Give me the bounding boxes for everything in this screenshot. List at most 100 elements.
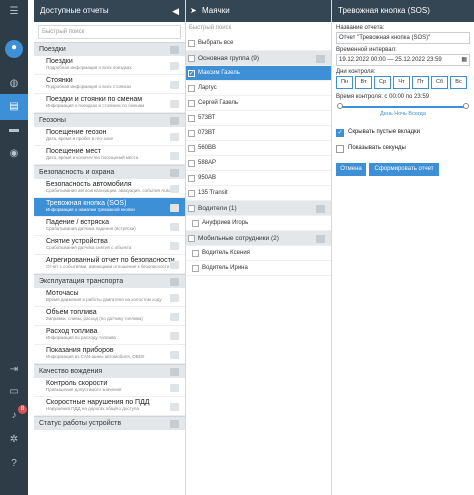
object-checkbox[interactable] xyxy=(188,175,195,182)
report-item-checkbox[interactable] xyxy=(170,261,179,269)
day-toggle[interactable]: Пт xyxy=(412,76,429,89)
report-item[interactable]: Поездки Подробная информация о всех поезд… xyxy=(34,56,185,75)
report-item[interactable]: Контроль скорости Превышение допустимого … xyxy=(34,378,185,397)
report-item-checkbox[interactable] xyxy=(170,384,179,392)
report-item-checkbox[interactable] xyxy=(170,133,179,141)
report-item[interactable]: Объем топлива Заправки, сливы, расход (по… xyxy=(34,307,185,326)
object-row[interactable]: 135 Transit xyxy=(186,186,331,201)
report-item-checkbox[interactable] xyxy=(170,332,179,340)
report-item[interactable]: Расход топлива Информация по расходу топл… xyxy=(34,326,185,345)
day-toggle[interactable]: Сб xyxy=(431,76,448,89)
report-section-header[interactable]: Эксплуатация транспорта xyxy=(34,274,185,288)
logout-icon[interactable]: ⇥ xyxy=(6,362,22,378)
object-row[interactable]: Водитель Ксения xyxy=(186,246,331,261)
report-section-header[interactable]: Геозоны xyxy=(34,113,185,127)
report-item[interactable]: Падение / встряска Срабатывания датчика п… xyxy=(34,217,185,236)
report-item[interactable]: Агрегированный отчет по безопасности Отче… xyxy=(34,255,185,274)
object-group-row[interactable]: Водители (1) xyxy=(186,201,331,216)
report-item[interactable]: Снятие устройства Срабатывания датчика сн… xyxy=(34,236,185,255)
report-section-header[interactable]: Статус работы устройств xyxy=(34,416,185,430)
section-checkbox[interactable] xyxy=(170,169,179,177)
object-row[interactable]: ✓ Максим Газель xyxy=(186,66,331,81)
group-checkbox[interactable] xyxy=(188,235,195,242)
hide-empty-option[interactable]: ✓ Скрывать пустые вкладки xyxy=(336,129,470,139)
report-item-checkbox[interactable] xyxy=(170,223,179,231)
interval-input[interactable]: 19.12.2022 00:00 — 25.12.2022 23:59 ▦ xyxy=(336,54,470,66)
report-item[interactable]: Скоростные нарушения по ПДД Нарушения ПДД… xyxy=(34,397,185,416)
select-all-checkbox[interactable] xyxy=(188,40,195,47)
object-row[interactable]: Сергей Газель xyxy=(186,96,331,111)
object-group-row[interactable]: Мобильные сотрудники (2) xyxy=(186,231,331,246)
menu-icon[interactable]: ☰ xyxy=(6,4,22,20)
object-group-row[interactable]: Основная группа (9) xyxy=(186,51,331,66)
object-checkbox[interactable] xyxy=(188,130,195,137)
report-item[interactable]: Моточасы Время движения и работы двигател… xyxy=(34,288,185,307)
section-checkbox[interactable] xyxy=(170,117,179,125)
section-checkbox[interactable] xyxy=(170,368,179,376)
day-toggle[interactable]: Пн xyxy=(336,76,353,89)
day-toggle[interactable]: Вт xyxy=(355,76,372,89)
time-range-slider[interactable] xyxy=(337,103,469,109)
generate-report-button[interactable]: Сформировать отчет xyxy=(369,163,439,176)
object-checkbox[interactable] xyxy=(188,190,195,197)
object-checkbox[interactable] xyxy=(188,100,195,107)
report-item[interactable]: Посещение мест Дата, время и количество п… xyxy=(34,146,185,165)
object-row[interactable]: 073ВТ xyxy=(186,126,331,141)
help-icon[interactable]: ? xyxy=(6,456,22,472)
report-item[interactable]: Безопасность автомобиля Срабатывания авто… xyxy=(34,179,185,198)
collapse-arrow-icon[interactable]: ◀ xyxy=(172,0,179,22)
group-checkbox[interactable] xyxy=(188,55,195,62)
report-item[interactable]: Поездки и стоянки по сменам Информация о … xyxy=(34,94,185,113)
object-row[interactable]: Ануфриев Игорь xyxy=(186,216,331,231)
group-toggle[interactable] xyxy=(316,205,325,213)
map-pin-icon[interactable]: ◉ xyxy=(6,146,22,162)
object-row[interactable]: 573ВТ xyxy=(186,111,331,126)
report-item-checkbox[interactable] xyxy=(170,81,179,89)
object-checkbox[interactable] xyxy=(188,115,195,122)
show-seconds-option[interactable]: Показывать секунды xyxy=(336,145,470,155)
report-section-header[interactable]: Качество вождения xyxy=(34,364,185,378)
object-row[interactable]: 588АР xyxy=(186,156,331,171)
slider-start-handle[interactable] xyxy=(337,103,343,109)
object-row[interactable]: Водитель Ирина xyxy=(186,261,331,276)
object-checkbox[interactable] xyxy=(188,85,195,92)
object-row[interactable]: 950АВ xyxy=(186,171,331,186)
report-item[interactable]: Тревожная кнопка (SOS) Информация о нажат… xyxy=(34,198,185,217)
settings-icon[interactable]: ✲ xyxy=(6,432,22,448)
report-item-checkbox[interactable] xyxy=(170,313,179,321)
show-seconds-checkbox[interactable] xyxy=(336,145,344,153)
report-item-checkbox[interactable] xyxy=(170,185,179,193)
report-item-checkbox[interactable] xyxy=(170,294,179,302)
object-checkbox[interactable] xyxy=(192,250,199,257)
time-presets[interactable]: День Ночь Всегда xyxy=(332,111,474,117)
report-item-checkbox[interactable] xyxy=(170,204,179,212)
report-item-checkbox[interactable] xyxy=(170,242,179,250)
object-checkbox[interactable] xyxy=(188,145,195,152)
bell-icon[interactable]: ♪ 8 xyxy=(6,405,27,424)
day-toggle[interactable]: Ср xyxy=(374,76,391,89)
report-item-checkbox[interactable] xyxy=(170,152,179,160)
objects-search-input[interactable]: Быстрый поиск xyxy=(186,22,331,36)
object-checkbox[interactable] xyxy=(188,160,195,167)
slider-end-handle[interactable] xyxy=(463,103,469,109)
object-checkbox[interactable]: ✓ xyxy=(188,70,195,77)
report-section-header[interactable]: Поездки xyxy=(34,42,185,56)
report-name-input[interactable]: Отчет "Тревожная кнопка (SOS)" xyxy=(336,32,470,44)
report-item[interactable]: Посещение геозон Дата, время и пробег в г… xyxy=(34,127,185,146)
day-toggle[interactable]: Чт xyxy=(393,76,410,89)
user-icon[interactable]: ● xyxy=(5,40,23,58)
section-checkbox[interactable] xyxy=(170,46,179,54)
group-checkbox[interactable] xyxy=(188,205,195,212)
group-toggle[interactable] xyxy=(316,55,325,63)
report-item-checkbox[interactable] xyxy=(170,351,179,359)
reports-search-input[interactable]: Быстрый поиск xyxy=(38,25,181,39)
report-section-header[interactable]: Безопасность и охрана xyxy=(34,165,185,179)
cancel-button[interactable]: Отмена xyxy=(336,163,366,176)
select-all-row[interactable]: Выбрать все xyxy=(186,36,331,51)
report-item-checkbox[interactable] xyxy=(170,100,179,108)
section-checkbox[interactable] xyxy=(170,420,179,428)
group-toggle[interactable] xyxy=(316,235,325,243)
object-row[interactable]: Ларгус xyxy=(186,81,331,96)
reports-icon[interactable]: ▤ xyxy=(0,94,28,120)
report-item-checkbox[interactable] xyxy=(170,403,179,411)
